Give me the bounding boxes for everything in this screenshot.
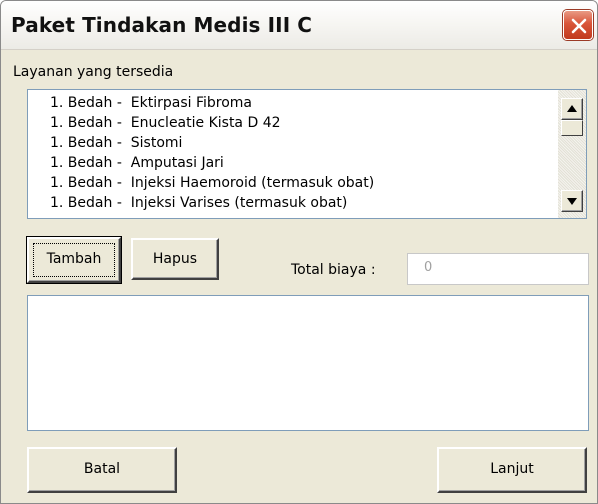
add-button[interactable]: Tambah [26,236,122,284]
list-item[interactable]: 1. Bedah - Injeksi Varises (termasuk oba… [50,193,558,213]
list-item[interactable]: 1. Bedah - Amputasi Jari [50,153,558,173]
cancel-button-label: Batal [83,461,121,477]
available-services-label: Layanan yang tersedia [13,64,174,80]
list-items-container: 1. Bedah - Ektirpasi Fibroma 1. Bedah - … [28,90,558,218]
selected-services-listbox[interactable] [27,295,589,431]
list-item[interactable]: 1. Bedah - Ektirpasi Fibroma [50,93,558,113]
remove-button-label: Hapus [152,251,198,267]
close-icon [571,18,587,34]
scroll-up-button[interactable] [561,98,583,120]
vertical-scrollbar[interactable] [557,90,586,218]
arrow-up-icon [567,105,577,112]
list-item[interactable]: 1. Bedah - Enucleatie Kista D 42 [50,113,558,133]
cancel-button[interactable]: Batal [27,447,177,493]
dialog-window: Paket Tindakan Medis III C Layanan yang … [0,0,598,504]
close-button[interactable] [563,10,593,40]
scroll-thumb[interactable] [561,120,583,136]
total-cost-label: Total biaya : [291,262,376,278]
available-services-listbox[interactable]: 1. Bedah - Ektirpasi Fibroma 1. Bedah - … [27,89,587,219]
total-cost-field: 0 [407,253,589,285]
list-item[interactable]: 1. Bedah - Sistomi [50,133,558,153]
title-bar[interactable]: Paket Tindakan Medis III C [1,1,597,50]
next-button-label: Lanjut [490,461,534,477]
focus-rectangle [33,243,115,277]
window-title: Paket Tindakan Medis III C [11,13,313,37]
next-button[interactable]: Lanjut [437,447,587,493]
scroll-down-button[interactable] [561,190,583,212]
list-item[interactable]: 1. Bedah - Injeksi Haemoroid (termasuk o… [50,173,558,193]
arrow-down-icon [567,198,577,205]
remove-button[interactable]: Hapus [131,238,219,280]
